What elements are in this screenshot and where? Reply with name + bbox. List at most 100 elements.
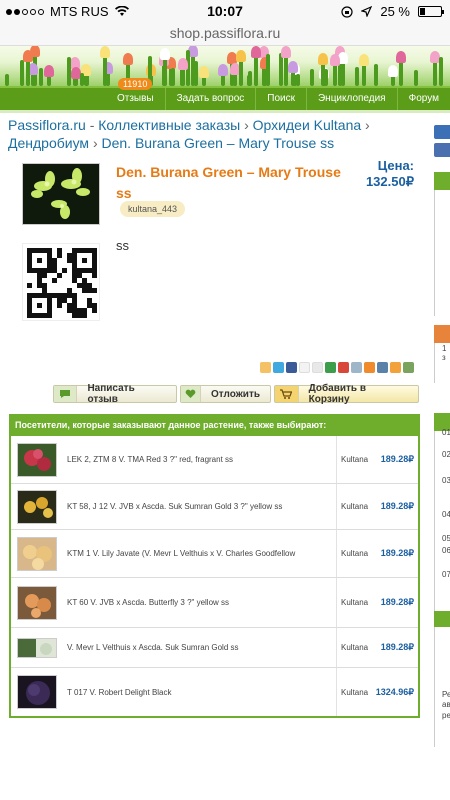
write-review-label: Написать отзыв [87,383,135,405]
row-price: 189.28₽ [380,454,414,464]
breadcrumb-separator: › [365,117,370,133]
mailru-share-icon[interactable] [312,362,323,373]
price-label: Цена: [377,158,414,173]
speech-bubble-icon [54,386,78,402]
odnoklassniki-share-icon[interactable] [390,362,401,373]
row-price: 189.28₽ [380,548,414,558]
row-seller: Kultana [341,455,369,464]
row-price: 189.28₽ [380,501,414,511]
row-thumbnail[interactable] [17,675,57,709]
breadcrumb-kultana[interactable]: Орхидеи Kultana [253,117,362,133]
battery-icon [418,6,444,17]
table-row[interactable]: LEK 2, ZTM 8 V. TMA Red 3 ?" red, fragra… [11,436,418,484]
sidebar-fragment: ав [442,700,450,709]
write-review-button[interactable]: Написать отзыв [53,383,177,405]
table-row[interactable]: KT 60 V. JVB x Ascda. Butterfly 3 ?" yel… [11,578,418,628]
livejournal-share-icon[interactable] [351,362,362,373]
sidebar-fragment: 01 [442,428,450,437]
facebook-like-icon[interactable] [434,143,450,157]
breadcrumb-separator: - [89,117,99,133]
row-thumbnail[interactable] [17,489,57,524]
row-thumbnail[interactable] [17,637,57,658]
qr-code [22,243,100,321]
sidebar-fragment: 05 [442,534,450,543]
row-plant-name[interactable]: KT 60 V. JVB x Ascda. Butterfly 3 ?" yel… [67,598,322,607]
sidebar-panel [434,190,450,316]
nav-reviews[interactable]: 11910 Отзывы [106,78,165,110]
row-plant-name[interactable]: KT 58, J 12 V. JVB x Ascda. Suk Sumran G… [67,502,322,511]
nav-forum-label: Форум [408,93,439,104]
product-description: ss [116,238,129,253]
googleplus-share-icon[interactable] [338,362,349,373]
more-share-icon[interactable] [403,362,414,373]
sidebar-fragment: 03 [442,476,450,485]
twitter-follow-icon[interactable] [434,125,450,139]
location-icon [361,6,373,17]
nav-encyclopedia-label: Энциклопедия [317,93,386,104]
row-plant-name[interactable]: V. Mevr L Velthuis x Ascda. Suk Sumran G… [67,643,322,652]
reviews-count-badge: 11910 [117,78,153,90]
sidebar-block-header [434,172,450,190]
table-row[interactable]: T 017 V. Robert Delight Black Kultana 13… [11,668,418,716]
breadcrumb-dendrobium[interactable]: Дендробиум [8,135,89,151]
sidebar-fragment: 06 [442,546,450,555]
row-seller: Kultana [341,687,369,697]
row-plant-name[interactable]: LEK 2, ZTM 8 V. TMA Red 3 ?" red, fragra… [67,455,322,464]
url-text: shop.passiflora.ru [169,25,281,41]
add-to-cart-button[interactable]: Добавить в Корзину [274,383,419,405]
sidebar-fragment: 02 [442,450,450,459]
seller-tag[interactable]: kultana_443 [120,201,186,217]
breadcrumb: Passiflora.ru - Коллективные заказы › Ор… [8,116,428,152]
table-row[interactable]: KTM 1 V. Lily Javate (V. Mevr L Velthuis… [11,530,418,578]
sidebar-fragment: 1 з [442,344,447,362]
orientation-lock-icon [341,5,353,18]
blogger-share-icon[interactable] [364,362,375,373]
battery-percent: 25 % [380,4,410,19]
row-thumbnail[interactable] [17,585,57,620]
product-image[interactable] [22,163,100,225]
orchid-photo [23,164,99,224]
breadcrumb-current[interactable]: Den. Burana Green – Mary Trouse ss [102,135,335,151]
row-plant-name[interactable]: T 017 V. Robert Delight Black [67,688,322,697]
sidebar-block-header [434,611,450,627]
nav-forum[interactable]: Форум [396,88,450,110]
vkontakte-share-icon[interactable] [377,362,388,373]
breadcrumb-collective-orders[interactable]: Коллективные заказы [98,117,240,133]
row-seller: Kultana [341,598,369,607]
row-price: 1324.96₽ [375,686,414,697]
main-nav: 11910 Отзывы Задать вопрос Поиск Энцикло… [0,78,450,110]
facebook-share-icon[interactable] [286,362,297,373]
nav-search[interactable]: Поиск [255,88,306,110]
row-price: 189.28₽ [380,597,414,607]
table-row[interactable]: KT 58, J 12 V. JVB x Ascda. Suk Sumran G… [11,484,418,530]
table-row[interactable]: V. Mevr L Velthuis x Ascda. Suk Sumran G… [11,628,418,668]
nav-divider [0,110,450,113]
breadcrumb-home[interactable]: Passiflora.ru [8,117,86,133]
row-seller: Kultana [341,643,369,652]
row-thumbnail[interactable] [17,536,57,571]
address-bar[interactable]: shop.passiflora.ru [0,22,450,46]
sidebar-fragment: 07 [442,570,450,579]
nav-ask-question[interactable]: Задать вопрос [164,88,256,110]
row-seller: Kultana [341,502,369,511]
cart-icon [275,386,299,402]
postpone-button[interactable]: Отложить [180,385,271,403]
breadcrumb-separator: › [92,135,102,151]
row-price: 189.28₽ [380,642,414,652]
bookmark-share-icon[interactable] [260,362,271,373]
also-ordered-heading: Посетители, которые заказывают данное ра… [11,416,418,436]
nav-encyclopedia[interactable]: Энциклопедия [305,88,397,110]
google-share-icon[interactable] [325,362,336,373]
sidebar-fragment: ре [442,711,450,720]
product-title: Den. Burana Green – Mary Trouse ss [116,164,341,201]
status-bar: MTS RUS 10:07 25 % [0,0,450,22]
yandex-share-icon[interactable] [299,362,310,373]
row-plant-name[interactable]: KTM 1 V. Lily Javate (V. Mevr L Velthuis… [67,549,322,558]
sidebar-panel [434,627,450,747]
also-ordered-panel: Посетители, которые заказывают данное ра… [9,414,420,718]
row-seller: Kultana [341,549,369,558]
site-banner [0,46,450,86]
price-value: 132.50₽ [365,174,414,189]
row-thumbnail[interactable] [17,442,57,477]
twitter-share-icon[interactable] [273,362,284,373]
